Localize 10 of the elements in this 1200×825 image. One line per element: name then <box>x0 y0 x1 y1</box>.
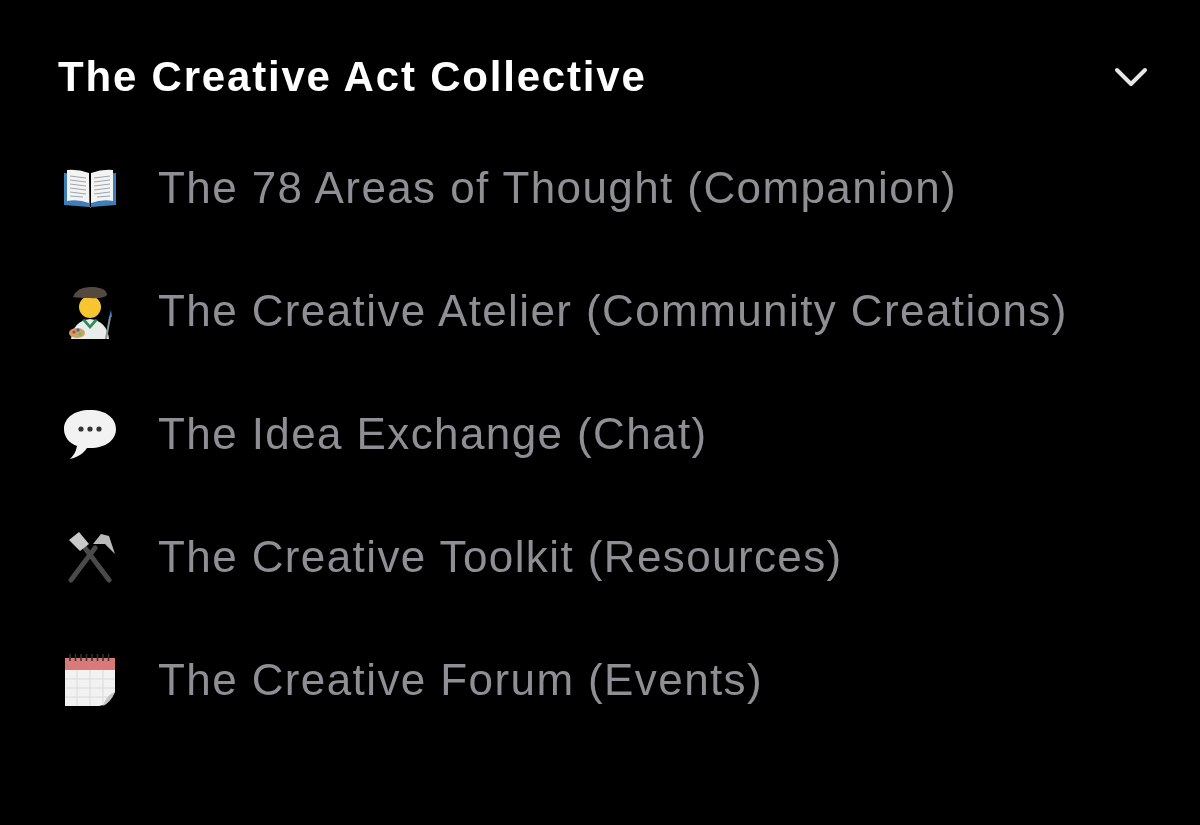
channel-link[interactable]: The Creative Atelier (Community Creations) <box>158 284 1068 337</box>
speech-bubble-icon <box>62 407 118 460</box>
spiral-calendar-icon <box>63 651 117 708</box>
chevron-down-icon[interactable] <box>1114 67 1148 87</box>
channel-link[interactable]: The Idea Exchange (Chat) <box>158 407 708 460</box>
channel-link[interactable]: The Creative Toolkit (Resources) <box>158 530 843 583</box>
section-title: The Creative Act Collective <box>58 53 647 101</box>
open-book-icon <box>63 167 117 208</box>
channel-link[interactable]: The 78 Areas of Thought (Companion) <box>158 161 958 214</box>
channel-link[interactable]: The Creative Forum (Events) <box>158 653 764 706</box>
